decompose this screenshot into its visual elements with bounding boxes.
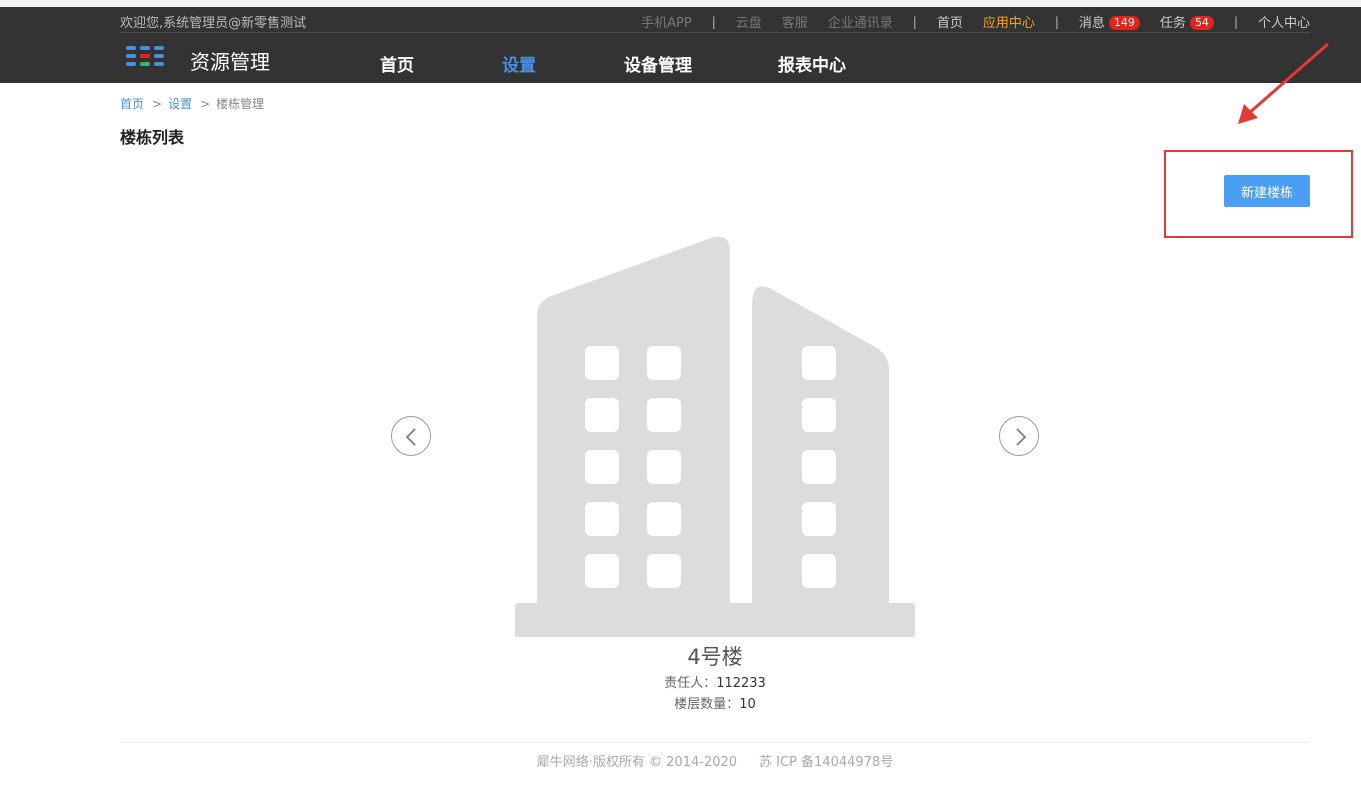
building-floors: 楼层数量：10: [515, 693, 915, 712]
carousel-next-button[interactable]: [999, 416, 1039, 456]
footer-divider: [120, 742, 1310, 743]
app-title: 资源管理: [190, 50, 270, 74]
tasks-label: 任务: [1159, 16, 1186, 31]
carousel-prev-button[interactable]: [391, 416, 431, 456]
building-name: 4号楼: [687, 645, 743, 669]
top-header: 欢迎您,系统管理员@新零售测试 手机APP | 云盘 客服 企业通讯录 | 首页…: [0, 0, 1361, 83]
chevron-left-icon: [405, 428, 416, 446]
floors-label: 楼层数量：: [674, 697, 740, 712]
divider: |: [912, 14, 917, 29]
breadcrumb: 首页 > 设置 > 楼栋管理: [120, 95, 264, 112]
cloud-disk-link[interactable]: 云盘: [736, 12, 762, 31]
new-building-button[interactable]: 新建楼栋: [1224, 175, 1310, 207]
divider: |: [711, 14, 716, 29]
messages-link[interactable]: 消息 149: [1079, 12, 1140, 31]
page-title: 楼栋列表: [120, 128, 185, 147]
breadcrumb-separator: >: [152, 97, 163, 111]
app-center-link[interactable]: 应用中心: [983, 12, 1035, 31]
breadcrumb-home[interactable]: 首页: [120, 97, 144, 111]
tasks-link[interactable]: 任务 54: [1160, 12, 1214, 31]
breadcrumb-separator: >: [200, 97, 211, 111]
breadcrumb-current: 楼栋管理: [216, 97, 265, 111]
footer-copyright: 犀牛网络·版权所有 © 2014-2020: [536, 755, 738, 770]
utility-bar: 欢迎您,系统管理员@新零售测试 手机APP | 云盘 客服 企业通讯录 | 首页…: [120, 7, 1310, 33]
footer: 犀牛网络·版权所有 © 2014-2020 苏 ICP 备14044978号: [120, 751, 1310, 770]
footer-icp: 苏 ICP 备14044978号: [759, 755, 894, 770]
chevron-right-icon: [1016, 428, 1027, 446]
messages-count-badge: 149: [1108, 16, 1140, 30]
annotation-arrow-icon: [1238, 42, 1329, 124]
nav-home[interactable]: 首页: [380, 51, 414, 76]
welcome-text: 欢迎您,系统管理员@新零售测试: [120, 16, 307, 31]
nav-settings[interactable]: 设置: [502, 51, 536, 76]
owner-label: 责任人：: [664, 676, 717, 691]
utility-links: 手机APP | 云盘 客服 企业通讯录 | 首页 应用中心 | 消息 149 任务…: [621, 12, 1310, 32]
building-icon: [515, 236, 915, 637]
app-grid-icon[interactable]: [126, 46, 166, 70]
personal-center-link[interactable]: 个人中心: [1258, 12, 1310, 31]
breadcrumb-settings[interactable]: 设置: [168, 97, 192, 111]
divider: |: [1233, 14, 1238, 29]
floors-value: 10: [739, 697, 756, 712]
nav-reports[interactable]: 报表中心: [778, 51, 846, 76]
building-owner: 责任人：112233: [515, 672, 915, 691]
customer-service-link[interactable]: 客服: [782, 12, 808, 31]
contacts-link[interactable]: 企业通讯录: [828, 12, 893, 31]
nav-devices[interactable]: 设备管理: [624, 51, 692, 76]
divider: |: [1054, 14, 1059, 29]
mobile-app-link[interactable]: 手机APP: [641, 12, 692, 31]
messages-label: 消息: [1078, 16, 1105, 31]
owner-value: 112233: [716, 676, 766, 691]
home-link[interactable]: 首页: [937, 12, 963, 31]
tasks-count-badge: 54: [1189, 16, 1214, 30]
